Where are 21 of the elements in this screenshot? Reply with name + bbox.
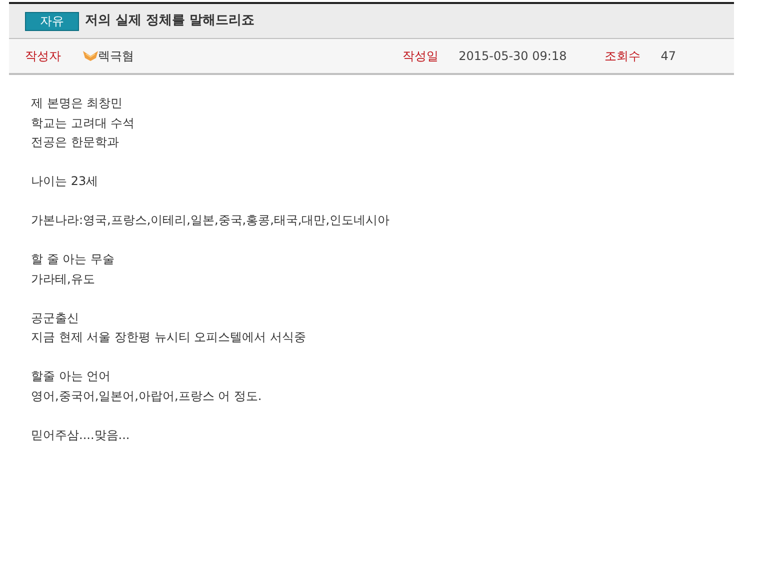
body-text-line: 가라테,유도 <box>31 270 96 288</box>
meta-label: 조회수 <box>604 48 642 65</box>
body-text-line: 공군출신 <box>31 310 80 326</box>
body-text-line: 영어,중국어,일본어,아랍어,프랑스 어 정도. <box>31 388 263 404</box>
meta-label: 작성일 <box>402 48 440 65</box>
body-text-line: 가본나라:영국,프랑스,이테리,일본,중국,홍콩,태국,대만,인도네시아 <box>31 212 391 229</box>
body-text-line: 나이는 23세 <box>31 173 100 190</box>
author-name[interactable]: 렉극혐 <box>98 47 134 65</box>
body-text-line: 할 줄 아는 무술 <box>31 251 116 268</box>
meta-label: 작성자 <box>25 48 62 65</box>
body-text-line: 지금 현제 서울 장한평 뉴시티 오피스텔에서 서식중 <box>31 329 307 346</box>
category-badge: 자유 <box>25 12 79 30</box>
meta-value: 47 <box>660 48 676 65</box>
body-text-line: 전공은 한문학과 <box>31 134 120 151</box>
meta-value: 2015-05-30 09:18 <box>458 48 567 65</box>
body-text-line: 믿어주삼....맞음... <box>31 426 131 444</box>
wing-icon <box>83 50 98 62</box>
body-text-line: 할줄 아는 언어 <box>31 368 112 385</box>
body-text-line: 학교는 고려대 수석 <box>31 114 136 132</box>
post-title: 저의 실제 정체를 말해드리죠 <box>85 12 255 30</box>
body-text-line: 제 본명은 최창민 <box>31 95 124 112</box>
